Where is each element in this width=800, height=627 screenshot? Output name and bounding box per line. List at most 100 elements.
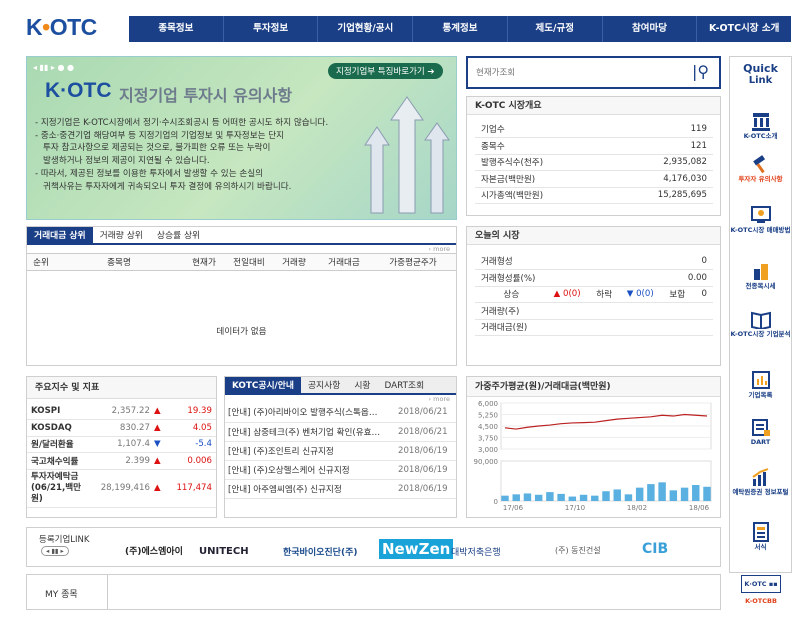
banner-line: - 따라서, 제공된 정보를 이용한 투자에서 발생할 수 있는 손실의 (35, 168, 264, 179)
index-name: 원/달러환율 (27, 436, 89, 453)
today-value: 0.00 (547, 269, 713, 287)
banner-logo: K·OTC (45, 79, 112, 102)
banner-line: 귀책사유는 투자자에게 귀속되오니 투자 결정에 유의하시기 바랍니다. (43, 181, 292, 192)
notice-title[interactable]: [안내] 삼중테크(주) 벤처기업 확인(유효… (225, 422, 395, 442)
search-input[interactable] (476, 65, 676, 81)
quick-item[interactable]: K-OTC시장 기업분석 (730, 309, 791, 339)
table-row[interactable]: [안내] (주)오상헬스케어 신규지정 2018/06/19 (225, 460, 456, 480)
quick-item[interactable]: 예탁원증권 정보포털 (730, 467, 791, 497)
y-tick-label: 3,000 (478, 446, 498, 454)
table-row: 원/달러환율 1,107.4 ▼ -5.4 (27, 436, 216, 453)
notice-title[interactable]: [안내] (주)조인트리 신규지정 (225, 441, 395, 461)
arrows-illustration-icon (364, 96, 450, 214)
market-overview: K-OTC 시장개요 기업수 119 종목수 121 발행주식수(천주) 2,935,… (466, 96, 721, 216)
column-header: 종목명 (107, 258, 131, 268)
quick-item[interactable]: 투자자 유의사항 (730, 154, 791, 184)
tab-kotc-disclosure[interactable]: KOTC공시/안내 (225, 377, 301, 393)
table-row[interactable]: [안내] (주)아리바이오 발행주식(스톡옵… 2018/06/21 (225, 403, 456, 423)
banner-shortcut-button[interactable]: 지정기업부 특징바로가기 ➔ (328, 63, 443, 79)
index-change: 19.39 (164, 403, 216, 420)
tab-rise-rate-top[interactable]: 상승률 상위 (150, 227, 207, 243)
more-link[interactable]: › more (225, 395, 456, 403)
quick-item[interactable]: 기업목록 (730, 370, 791, 400)
today-value: 0 (547, 253, 713, 270)
k-otc-logo[interactable]: K•OTC (26, 14, 97, 41)
volume-bar (635, 487, 644, 501)
column-header: 거래대금 (328, 258, 360, 268)
table-row[interactable]: [안내] 아주엠씨엠(주) 신규지정 2018/06/19 (225, 479, 456, 499)
overview-value: 121 (605, 137, 713, 155)
tab-announcements[interactable]: 공지사항 (301, 377, 347, 393)
quick-link-bar: Quick Link K-OTC소개 투자자 유의사항 K-OTC시장 매매방법 … (729, 56, 792, 573)
column-header: 거래량 (282, 258, 306, 268)
volume-bar (591, 495, 599, 501)
indices-table: KOSPI 2,357.22 ▲ 19.39 KOSDAQ 830.27 ▲ 4.05 원/… (27, 403, 216, 508)
fall-value: 0(0) (636, 289, 654, 300)
y-tick-label: 6,000 (478, 400, 498, 408)
table-row: 자본금(백만원) 4,176,030 (475, 170, 713, 188)
amount-label: 거래대금(원) (475, 319, 713, 336)
company-link[interactable]: 한국바이오진단(주) (283, 545, 357, 558)
table-row: 종목수 121 (475, 137, 713, 155)
overview-label: 자본금(백만원) (475, 170, 606, 188)
tab-dart-search[interactable]: DART조회 (378, 377, 432, 393)
notice-title[interactable]: [안내] (주)오상헬스케어 신규지정 (225, 460, 395, 480)
notice-title[interactable]: [안내] 아주엠씨엠(주) 신규지정 (225, 479, 395, 499)
indices-title: 주요지수 및 지표 (27, 377, 216, 399)
quick-item[interactable]: 서식 (730, 522, 791, 552)
gavel-icon (752, 155, 765, 174)
banner-pager-icon[interactable]: ◂ ▮▮ ▸ ● ● (33, 63, 74, 72)
nav-participation[interactable]: 참여마당 (603, 16, 698, 42)
quick-item[interactable]: K-OTC시장 매매방법 (730, 205, 791, 235)
dart-icon (751, 419, 770, 436)
links-pager-icon[interactable]: ◂ ▮▮ ▸ (41, 546, 69, 556)
column-header: 전일대비 (233, 258, 265, 268)
nav-statistics[interactable]: 통계정보 (413, 16, 508, 42)
price-series-line (504, 413, 708, 430)
volume-bar (546, 492, 554, 501)
kotcbb-link[interactable]: K·OTC ▪▪ K-OTCBB (741, 575, 781, 611)
tab-trade-amount-top[interactable]: 거래대금 상위 (27, 227, 93, 243)
index-change: 0.006 (164, 452, 216, 470)
nav-company-disclosure[interactable]: 기업현황/공시 (318, 16, 414, 42)
notice-date: 2018/06/21 (395, 422, 456, 442)
volume-bar (602, 491, 610, 501)
search-icon[interactable]: |⚲ (692, 62, 709, 81)
volume-bar (534, 494, 543, 501)
company-link[interactable]: NewZen (379, 539, 454, 559)
table-row: 거래형성률(%) 0.00 (475, 269, 713, 287)
index-value: 830.27 (89, 419, 152, 437)
table-row: 국고채수익률 2.399 ▲ 0.006 (27, 452, 216, 470)
company-link[interactable]: UNITECH (199, 546, 249, 557)
volume-bar (680, 487, 689, 501)
more-link[interactable]: › more (27, 245, 456, 253)
kotcbb-logo-icon: K·OTC ▪▪ (741, 575, 781, 593)
table-row[interactable]: [안내] (주)조인트리 신규지정 2018/06/19 (225, 441, 456, 461)
indices-panel: 주요지수 및 지표 KOSPI 2,357.22 ▲ 19.39 KOSDAQ 830.… (26, 376, 217, 518)
ranking-header: 순위 종목명 현재가 전일대비 거래량 거래대금 가중평균주가 (27, 253, 456, 271)
divider (107, 575, 108, 609)
company-link[interactable]: (주)에스엠아이 (125, 544, 183, 557)
quick-item[interactable]: 전종목시세 (730, 261, 791, 291)
chart-title: 가중주가평균(원)/거래대금(백만원) (467, 377, 720, 397)
nav-regulations[interactable]: 제도/규정 (508, 16, 603, 42)
notice-banner: ◂ ▮▮ ▸ ● ● 지정기업부 특징바로가기 ➔ K·OTC 지정기업 투자시… (26, 56, 457, 220)
nav-investment-info[interactable]: 투자정보 (224, 16, 319, 42)
nav-stock-info[interactable]: 종목정보 (129, 16, 224, 42)
table-row[interactable]: [안내] 삼중테크(주) 벤처기업 확인(유효… 2018/06/21 (225, 422, 456, 442)
tab-volume-top[interactable]: 거래량 상위 (93, 227, 150, 243)
company-link[interactable]: (주) 동진건설 (555, 545, 601, 556)
quick-item[interactable]: K-OTC소개 (730, 111, 791, 141)
company-link[interactable]: CIB (642, 541, 668, 557)
my-stocks: MY 종목 (26, 574, 721, 610)
notice-title[interactable]: [안내] (주)아리바이오 발행주식(스톡옵… (225, 403, 395, 423)
kotcbb-label: K-OTCBB (745, 597, 777, 605)
tab-market-conditions[interactable]: 시황 (347, 377, 377, 393)
price-list-icon (753, 264, 768, 280)
quick-item[interactable]: DART (730, 417, 791, 447)
volume-bar (557, 493, 565, 501)
stock-search: |⚲ (466, 56, 721, 89)
nav-about[interactable]: K-OTC시장 소개 (697, 16, 791, 42)
ranking-panel: 거래대금 상위 거래량 상위 상승률 상위 › more 순위 종목명 현재가 … (26, 226, 457, 366)
company-link[interactable]: 대박저축은행 (451, 545, 501, 558)
